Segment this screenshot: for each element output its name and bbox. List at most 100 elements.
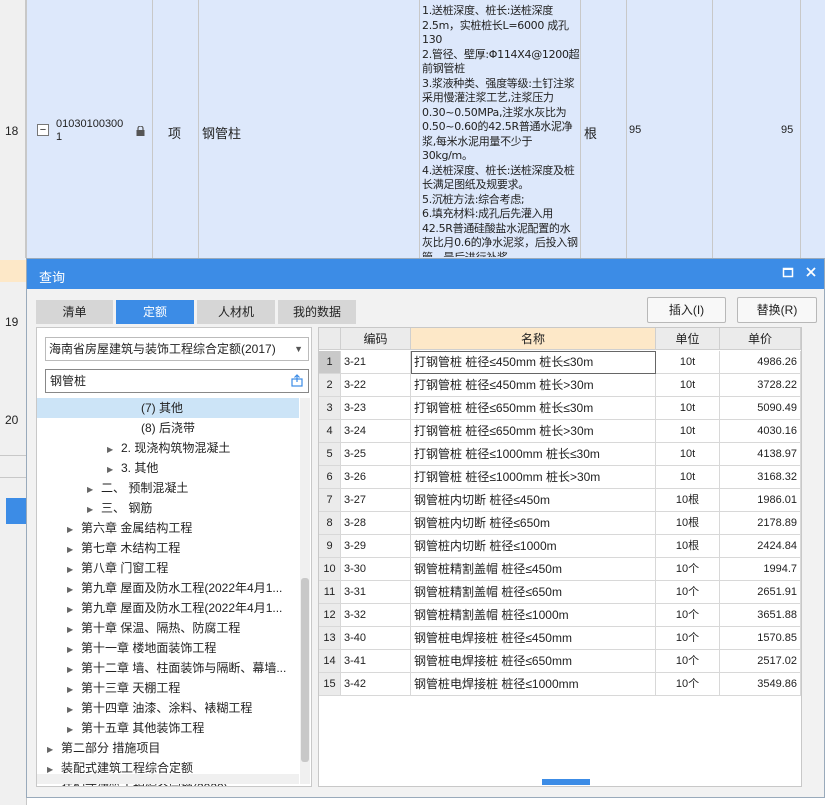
tree-node[interactable]: ▶ 第十四章 油漆、涂料、裱糊工程 — [37, 698, 299, 718]
tree-node[interactable]: ▶ 第十章 保温、隔热、防腐工程 — [37, 618, 299, 638]
tree-node-label: 第二部分 措施项目 — [61, 741, 161, 755]
table-row[interactable]: 2 3-22 打钢管桩 桩径≤450mm 桩长>30m 10t 3728.22 — [319, 374, 801, 397]
library-select[interactable]: 海南省房屋建筑与装饰工程综合定额(2017) ▼ — [45, 337, 309, 361]
table-row[interactable]: 4 3-24 打钢管桩 桩径≤650mm 桩长>30m 10t 4030.16 — [319, 420, 801, 443]
col-header-name[interactable]: 名称 — [411, 328, 656, 350]
tree-node[interactable]: ▶ 第七章 木结构工程 — [37, 538, 299, 558]
chevron-right-icon[interactable]: ▶ — [67, 720, 81, 740]
chevron-right-icon[interactable]: ▶ — [87, 500, 101, 520]
cell-price: 3651.88 — [720, 604, 801, 627]
table-row[interactable]: 8 3-28 钢管桩内切断 桩径≤650m 10根 2178.89 — [319, 512, 801, 535]
search-clear-icon[interactable] — [290, 374, 304, 388]
insert-button[interactable]: 插入(I) — [647, 297, 726, 323]
tree-scrollbar-thumb[interactable] — [301, 578, 309, 762]
tree-node[interactable]: ▶ 第十五章 其他装饰工程 — [37, 718, 299, 738]
chevron-right-icon[interactable]: ▶ — [47, 740, 61, 760]
side-tab-button[interactable] — [6, 498, 26, 524]
cell-price: 2424.84 — [720, 535, 801, 558]
tree-node[interactable]: ▶ 第十二章 墙、柱面装饰与隔断、幕墙... — [37, 658, 299, 678]
cell-name: 打钢管桩 桩径≤1000mm 桩长≤30m — [411, 443, 656, 466]
row-header-highlight — [0, 260, 26, 282]
search-input[interactable]: 钢管桩 — [45, 369, 309, 393]
cell-no: 15 — [319, 673, 341, 696]
cell-code: 3-40 — [341, 627, 411, 650]
grid-line — [712, 0, 713, 258]
chevron-right-icon[interactable]: ▶ — [67, 680, 81, 700]
chevron-right-icon[interactable]: ▶ — [67, 580, 81, 600]
tab-my-data[interactable]: 我的数据 — [278, 300, 356, 324]
cell-name: 钢管桩电焊接桩 桩径≤450mm — [411, 627, 656, 650]
chevron-right-icon[interactable]: ▶ — [67, 560, 81, 580]
chevron-right-icon[interactable]: ▶ — [67, 640, 81, 660]
tree-node[interactable]: ▶ 第十一章 楼地面装饰工程 — [37, 638, 299, 658]
tree-node[interactable]: ▶ 第二部分 措施项目 — [37, 738, 299, 758]
library-select-value: 海南省房屋建筑与装饰工程综合定额(2017) — [49, 342, 276, 356]
tree-node-label: 3. 其他 — [121, 461, 159, 475]
cell-no: 5 — [319, 443, 341, 466]
chevron-down-icon: ▼ — [294, 344, 303, 354]
cell-no: 7 — [319, 489, 341, 512]
tab-labor-material[interactable]: 人材机 — [197, 300, 275, 324]
table-row[interactable]: 5 3-25 打钢管桩 桩径≤1000mm 桩长≤30m 10t 4138.97 — [319, 443, 801, 466]
cell-no: 12 — [319, 604, 341, 627]
table-row[interactable]: 10 3-30 钢管桩精割盖帽 桩径≤450m 10个 1994.7 — [319, 558, 801, 581]
query-dialog: 查询 清单 定额 人材机 我的数据 插入(I) 替换(R) 海南省房屋建筑与装饰… — [26, 258, 825, 798]
col-header-code[interactable]: 编码 — [341, 328, 411, 350]
cell-no: 11 — [319, 581, 341, 604]
cell-name: 钢管桩内切断 桩径≤1000m — [411, 535, 656, 558]
chevron-right-icon[interactable]: ▶ — [67, 660, 81, 680]
bottom-scroll-indicator[interactable] — [542, 779, 590, 785]
tree-node[interactable]: ▶ 第九章 屋面及防水工程(2022年4月1... — [37, 598, 299, 618]
table-row[interactable]: 9 3-29 钢管桩内切断 桩径≤1000m 10根 2424.84 — [319, 535, 801, 558]
cell-code: 3-25 — [341, 443, 411, 466]
cell-unit: 10t — [656, 466, 720, 489]
tree-node[interactable]: ▶ 三、 钢筋 — [37, 498, 299, 518]
close-icon[interactable] — [802, 264, 820, 282]
tree-node[interactable]: ▶ 第九章 屋面及防水工程(2022年4月1... — [37, 578, 299, 598]
table-row[interactable]: 7 3-27 钢管桩内切断 桩径≤450m 10根 1986.01 — [319, 489, 801, 512]
cell-name: 打钢管桩 桩径≤650mm 桩长≤30m — [411, 397, 656, 420]
col-header-price[interactable]: 单价 — [720, 328, 801, 350]
tab-bill[interactable]: 清单 — [36, 300, 113, 324]
table-row[interactable]: 12 3-32 钢管桩精割盖帽 桩径≤1000m 10个 3651.88 — [319, 604, 801, 627]
tab-quota[interactable]: 定额 — [116, 300, 194, 324]
chevron-right-icon[interactable]: ▶ — [107, 440, 121, 460]
chevron-right-icon[interactable]: ▶ — [87, 480, 101, 500]
tree-node[interactable]: (8) 后浇带 — [37, 418, 299, 438]
tree-node[interactable]: ▶ 3. 其他 — [37, 458, 299, 478]
tree-node[interactable]: ▶ 2. 现浇构筑物混凝土 — [37, 438, 299, 458]
grid-line — [800, 0, 801, 258]
table-row[interactable]: 14 3-41 钢管桩电焊接桩 桩径≤650mm 10个 2517.02 — [319, 650, 801, 673]
tree-scrollbar[interactable] — [300, 398, 310, 784]
cell-unit: 10个 — [656, 627, 720, 650]
table-row[interactable]: 3 3-23 打钢管桩 桩径≤650mm 桩长≤30m 10t 5090.49 — [319, 397, 801, 420]
table-row[interactable]: 11 3-31 钢管桩精割盖帽 桩径≤650m 10个 2651.91 — [319, 581, 801, 604]
replace-button[interactable]: 替换(R) — [737, 297, 817, 323]
table-row[interactable]: 13 3-40 钢管桩电焊接桩 桩径≤450mm 10个 1570.85 — [319, 627, 801, 650]
chevron-right-icon[interactable]: ▶ — [67, 700, 81, 720]
grid-line — [626, 0, 627, 258]
tree-node[interactable]: ▶ 第八章 门窗工程 — [37, 558, 299, 578]
tree-node[interactable]: ▶ 二、 预制混凝土 — [37, 478, 299, 498]
tree-node[interactable]: ▶ 第六章 金属结构工程 — [37, 518, 299, 538]
cell-unit: 10个 — [656, 650, 720, 673]
tree-node[interactable]: (7) 其他 — [37, 398, 299, 418]
tree-node[interactable]: ▶ 第十三章 天棚工程 — [37, 678, 299, 698]
horizontal-scrollbar[interactable] — [37, 774, 299, 784]
table-row[interactable]: 15 3-42 钢管桩电焊接桩 桩径≤1000mm 10个 3549.86 — [319, 673, 801, 696]
tree-node-label: 第六章 金属结构工程 — [81, 521, 193, 535]
chevron-right-icon[interactable]: ▶ — [67, 600, 81, 620]
chevron-right-icon[interactable]: ▶ — [107, 460, 121, 480]
table-row[interactable]: 6 3-26 打钢管桩 桩径≤1000mm 桩长>30m 10t 3168.32 — [319, 466, 801, 489]
cell-unit: 10t — [656, 351, 720, 374]
expand-toggle[interactable]: − — [37, 124, 49, 136]
chevron-right-icon[interactable]: ▶ — [67, 540, 81, 560]
maximize-icon[interactable] — [779, 264, 797, 282]
cell-unit: 10根 — [656, 489, 720, 512]
chevron-right-icon[interactable]: ▶ — [67, 620, 81, 640]
chevron-right-icon[interactable]: ▶ — [67, 520, 81, 540]
col-header-unit[interactable]: 单位 — [656, 328, 720, 350]
item-code: 01030100300 1 — [56, 118, 124, 143]
item-type: 项 — [168, 126, 182, 141]
table-row[interactable]: 1 3-21 打钢管桩 桩径≤450mm 桩长≤30m 10t 4986.26 — [319, 351, 801, 374]
